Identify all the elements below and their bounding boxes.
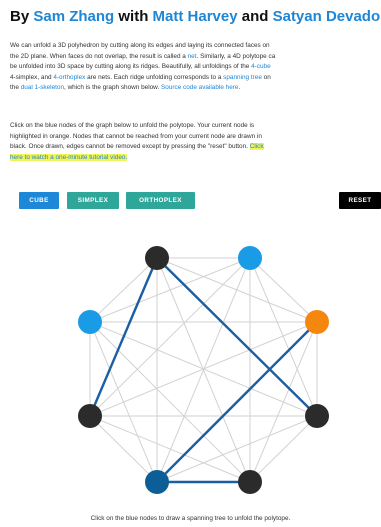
intro-line: be unfolded into 3D space by cutting alo… — [10, 62, 381, 73]
intro-line: We can unfold a 3D polyhedron by cutting… — [10, 41, 381, 52]
intro-text: . — [238, 84, 241, 92]
graph-caption: Click on the blue nodes to draw a spanni… — [90, 515, 291, 522]
instructions-text: Click on the blue nodes of the graph bel… — [10, 122, 255, 129]
intro-text: 4-simplex, and — [10, 73, 54, 81]
graph-edge — [249, 415, 318, 483]
graph-edge — [89, 415, 251, 483]
intro-text: . Similarly, a 4D polytope ca — [196, 52, 276, 60]
4-cube-link[interactable]: 4-cube — [251, 63, 271, 70]
graph-edge — [156, 415, 318, 483]
author-byline: By Sam Zhang with Matt Harvey and Satyan… — [10, 8, 381, 25]
intro-text: We can unfold a 3D polyhedron by cutting… — [10, 42, 270, 49]
and-text: and — [237, 8, 273, 25]
graph-node-black — [78, 404, 102, 428]
graph-node-visited — [145, 470, 169, 494]
instructions-line: highlighted in orange. Nodes that cannot… — [10, 132, 381, 143]
dual-1-skeleton-link[interactable]: dual 1-skeleton — [21, 84, 64, 91]
graph-edge — [89, 257, 251, 417]
graph-edge — [89, 321, 251, 483]
simplex-button[interactable]: SIMPLEX — [67, 192, 119, 209]
instructions-line: black. Once drawn, edges cannot be remov… — [10, 142, 381, 153]
cube-button[interactable]: CUBE — [19, 192, 59, 209]
instructions-line: here to watch a one-minute tutorial vide… — [10, 153, 381, 164]
graph-edge — [89, 257, 158, 323]
graph-edge — [249, 257, 318, 323]
intro-text: are nets. Each ridge unfolding correspon… — [85, 73, 224, 81]
instructions-paragraph: Click on the blue nodes of the graph bel… — [10, 121, 381, 163]
intro-text: , which is the graph shown below. — [64, 84, 161, 92]
graph-node-current — [305, 310, 329, 334]
graph-edge — [89, 415, 158, 483]
author-link-sam-zhang[interactable]: Sam Zhang — [33, 8, 114, 25]
graph-node-black — [305, 404, 329, 428]
graph-edge — [89, 257, 251, 323]
intro-text: the 2D plane. When faces do not overlap,… — [10, 52, 188, 60]
intro-line: 4-simplex, and 4-orthoplex are nets. Eac… — [10, 73, 381, 84]
tutorial-video-link[interactable]: here to watch a one-minute tutorial vide… — [10, 153, 128, 161]
intro-paragraph: We can unfold a 3D polyhedron by cutting… — [10, 41, 381, 94]
with-text: with — [114, 8, 153, 25]
graph-node-black — [145, 246, 169, 270]
reset-button[interactable]: RESET — [339, 192, 381, 209]
instructions-line: Click on the blue nodes of the graph bel… — [10, 121, 381, 132]
net-link[interactable]: net — [188, 53, 197, 60]
intro-text: the — [10, 84, 21, 92]
by-text: By — [10, 8, 34, 25]
intro-text: be unfolded into 3D space by cutting alo… — [10, 63, 252, 71]
instructions-text: highlighted in orange. Nodes that cannot… — [10, 132, 262, 140]
spanning-tree-link[interactable]: spanning tree — [223, 74, 262, 81]
instructions-text: black. Once drawn, edges cannot be remov… — [10, 143, 250, 151]
intro-line: the 2D plane. When faces do not overlap,… — [10, 52, 381, 63]
4-orthoplex-link[interactable]: 4-orthoplex — [53, 74, 85, 81]
source-code-link[interactable]: Source code available here — [161, 84, 238, 91]
graph-node-blue[interactable] — [238, 246, 262, 270]
author-link-matt-harvey[interactable]: Matt Harvey — [153, 8, 238, 25]
author-link-satyan-devadoss[interactable]: Satyan Devadoss — [273, 8, 381, 25]
tree-edge — [156, 321, 318, 483]
intro-text: on — [261, 73, 271, 81]
orthoplex-button[interactable]: ORTHOPLEX — [126, 192, 195, 209]
graph-node-black — [238, 470, 262, 494]
graph-node-blue[interactable] — [78, 310, 102, 334]
tutorial-video-link[interactable]: Click — [249, 143, 264, 151]
dual-1-skeleton-graph — [78, 246, 329, 494]
tree-edge — [156, 257, 318, 417]
intro-line: the dual 1-skeleton, which is the graph … — [10, 83, 381, 94]
